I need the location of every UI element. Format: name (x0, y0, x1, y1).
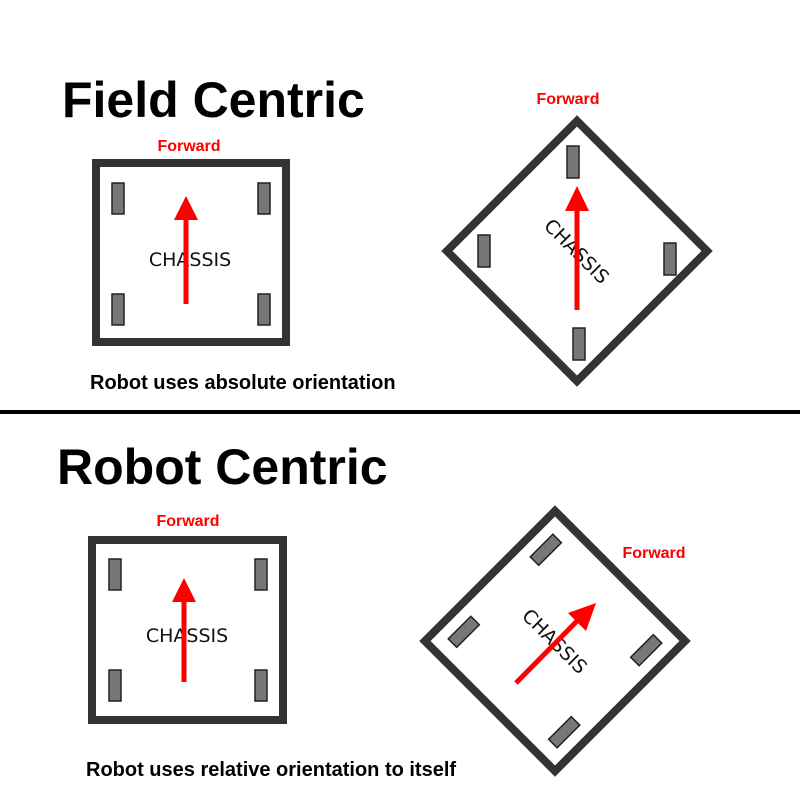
forward-label: Forward (156, 513, 219, 530)
wheel-front-left (108, 558, 122, 591)
diagram: Field Centric Forward CHASSIS Forward CH… (0, 72, 800, 781)
forward-label: Forward (157, 138, 220, 155)
robot-centric-robot-rotated: Forward CHASSIS (419, 505, 691, 777)
wheel-left (477, 234, 491, 268)
wheel-front-left (111, 182, 125, 215)
field-centric-title: Field Centric (62, 72, 365, 128)
wheel-front-right (257, 182, 271, 215)
field-centric-caption: Robot uses absolute orientation (90, 372, 396, 394)
wheel-bottom (572, 327, 586, 361)
wheel-rear-left (108, 669, 122, 702)
wheel-top (566, 145, 580, 179)
forward-label: Forward (536, 91, 599, 108)
wheel-rear-right (257, 293, 271, 326)
robot-centric-title: Robot Centric (57, 439, 388, 495)
chassis-label: CHASSIS (149, 249, 231, 271)
robot-centric-robot-upright: Forward CHASSIS (88, 513, 287, 724)
field-centric-robot-rotated: Forward CHASSIS (441, 91, 713, 387)
forward-label: Forward (622, 545, 685, 562)
field-centric-robot-upright: Forward CHASSIS (92, 138, 290, 346)
robot-centric-caption: Robot uses relative orientation to itsel… (86, 759, 456, 781)
wheel-rear-right (254, 669, 268, 702)
wheel-right (663, 242, 677, 276)
wheel-rear-left (111, 293, 125, 326)
chassis-label: CHASSIS (146, 625, 228, 647)
wheel-front-right (254, 558, 268, 591)
